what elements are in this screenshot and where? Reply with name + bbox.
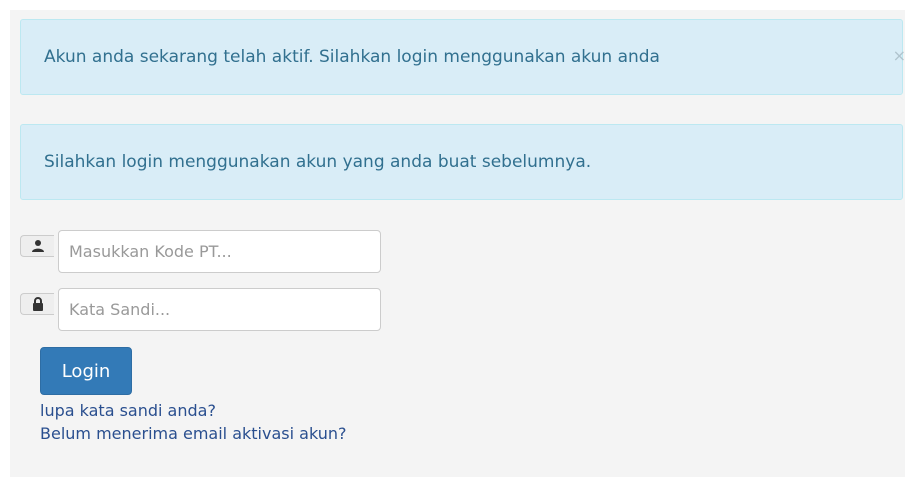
- login-button[interactable]: Login: [40, 347, 132, 395]
- code-field-group: [20, 230, 381, 273]
- resend-activation-link[interactable]: Belum menerima email aktivasi akun?: [40, 424, 346, 444]
- user-icon: [20, 234, 54, 257]
- login-info-alert: Silahkan login menggunakan akun yang and…: [20, 124, 903, 200]
- lock-icon-glyph: [32, 296, 43, 311]
- login-info-message: Silahkan login menggunakan akun yang and…: [44, 152, 592, 172]
- lock-icon: [20, 292, 54, 315]
- user-icon-glyph: [31, 239, 44, 252]
- account-activated-alert: Akun anda sekarang telah aktif. Silahkan…: [20, 19, 905, 95]
- close-icon[interactable]: ×: [893, 46, 905, 66]
- forgot-password-link[interactable]: lupa kata sandi anda?: [40, 401, 216, 421]
- code-input[interactable]: [58, 230, 381, 273]
- account-activated-message: Akun anda sekarang telah aktif. Silahkan…: [44, 47, 660, 67]
- password-input[interactable]: [58, 288, 381, 331]
- password-field-group: [20, 288, 381, 331]
